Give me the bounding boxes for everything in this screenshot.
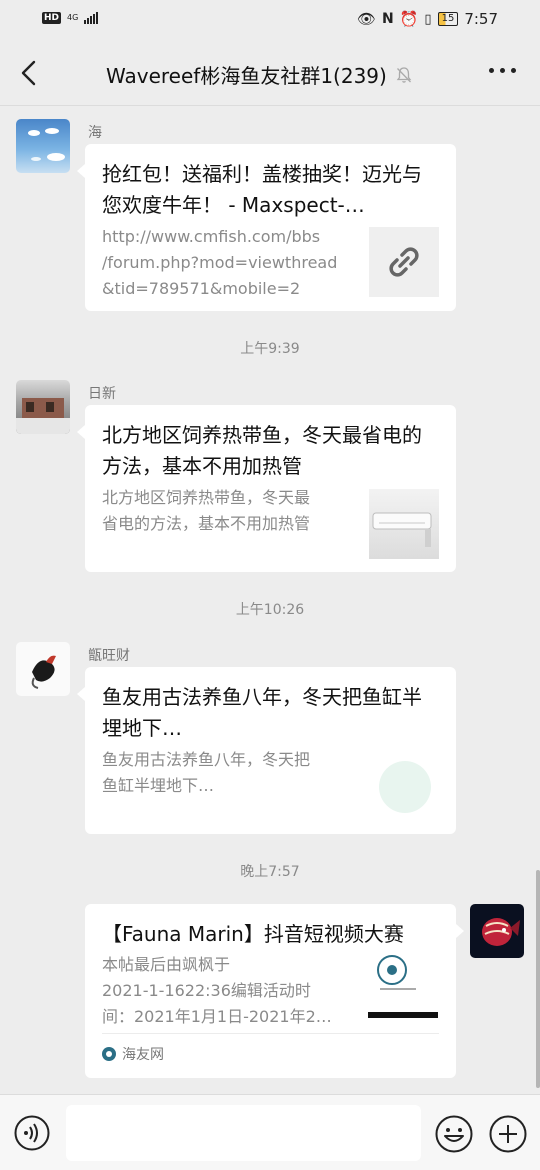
article-thumbnail — [369, 489, 439, 559]
desc-line: 北方地区饲养热带鱼，冬天最 — [102, 488, 311, 507]
desc-line: /forum.php?mod=viewthread — [102, 253, 338, 272]
site-logo-icon — [102, 1047, 116, 1061]
source-name: 海友网 — [122, 1047, 164, 1063]
link-icon — [389, 247, 419, 277]
timestamp: 上午9:39 — [240, 341, 300, 357]
status-bar: HD 4G 👁 N ⏰ ▯ 15 7:57 — [0, 0, 540, 40]
alarm-icon: ⏰ — [399, 10, 419, 28]
avatar[interactable] — [16, 380, 70, 434]
link-card[interactable]: 抢红包！送福利！盖楼抽奖！迈光与您欢度牛年！ - Maxspect-… http… — [77, 144, 456, 311]
desc-line: 鱼友用古法养鱼八年，冬天把 — [102, 750, 311, 769]
card-description: 鱼友用古法养鱼八年，冬天把 鱼缸半埋地下… — [102, 747, 310, 799]
nfc-icon: N — [382, 11, 394, 27]
card-description: 北方地区饲养热带鱼，冬天最 省电的方法，基本不用加热管 — [102, 485, 310, 537]
source-label: 海友网 — [102, 1044, 164, 1064]
desc-line: 本帖最后由飒枫于 — [102, 955, 231, 974]
desc-line: http://www.cmfish.com/bbs — [102, 227, 321, 246]
divider — [102, 1033, 439, 1034]
vibrate-icon: ▯ — [424, 11, 432, 27]
more-options-icon[interactable] — [489, 68, 516, 73]
eye-icon: 👁 — [356, 10, 377, 28]
network-label: 4G — [67, 13, 79, 22]
input-bar — [0, 1094, 540, 1170]
card-description: http://www.cmfish.com/bbs /forum.php?mod… — [102, 224, 337, 302]
loading-thumbnail — [375, 755, 435, 815]
emoji-icon[interactable] — [435, 1115, 473, 1153]
battery-icon: 15 — [437, 12, 459, 26]
chat-title: Wavereef彬海鱼友社群1(239) — [106, 64, 387, 88]
timestamp: 晚上7:57 — [240, 864, 300, 880]
timestamp: 上午10:26 — [235, 602, 305, 618]
clock: 7:57 — [464, 10, 498, 28]
message-input[interactable] — [66, 1105, 421, 1161]
back-arrow-icon[interactable] — [16, 58, 44, 88]
card-title: 鱼友用古法养鱼八年，冬天把鱼缸半埋地下… — [102, 685, 422, 740]
link-card[interactable]: 鱼友用古法养鱼八年，冬天把鱼缸半埋地下… 鱼友用古法养鱼八年，冬天把 鱼缸半埋地… — [77, 667, 456, 834]
desc-line: &tid=789571&mobile=2 — [102, 279, 301, 298]
sender-name: 日新 — [88, 386, 116, 402]
plus-icon[interactable] — [489, 1115, 527, 1153]
chat-header: Wavereef彬海鱼友社群1(239) — [0, 40, 540, 106]
card-title: 【Fauna Marin】抖音短视频大赛 — [102, 922, 404, 946]
link-card[interactable]: 【Fauna Marin】抖音短视频大赛 本帖最后由飒枫于 2021-1-162… — [85, 904, 464, 1078]
card-description: 本帖最后由飒枫于 2021-1-1622:36编辑活动时 间：2021年1月1日… — [102, 952, 332, 1030]
sender-name: 海 — [88, 125, 102, 141]
sender-name: 甑旺财 — [88, 648, 130, 664]
desc-line: 鱼缸半埋地下… — [102, 776, 215, 795]
scrollbar[interactable] — [536, 870, 540, 1088]
desc-line: 2021-1-1622:36编辑活动时 — [102, 981, 311, 1000]
avatar[interactable] — [16, 642, 70, 696]
link-thumbnail — [369, 227, 439, 297]
card-title: 抢红包！送福利！盖楼抽奖！迈光与您欢度牛年！ - Maxspect-… — [102, 162, 422, 217]
desc-line: 间：2021年1月1日-2021年2… — [102, 1007, 332, 1026]
signal-icon — [84, 12, 99, 24]
desc-line: 省电的方法，基本不用加热管 — [102, 514, 311, 533]
chat-title-wrap: Wavereef彬海鱼友社群1(239) — [106, 60, 413, 89]
card-title: 北方地区饲养热带鱼，冬天最省电的方法，基本不用加热管 — [102, 423, 422, 478]
qr-thumbnail — [368, 948, 438, 1018]
hd-badge: HD — [42, 12, 62, 24]
mute-bell-icon — [396, 66, 412, 83]
link-card[interactable]: 北方地区饲养热带鱼，冬天最省电的方法，基本不用加热管 北方地区饲养热带鱼，冬天最… — [77, 405, 456, 572]
voice-icon[interactable] — [14, 1115, 50, 1151]
avatar[interactable] — [16, 119, 70, 173]
avatar[interactable] — [470, 904, 524, 958]
